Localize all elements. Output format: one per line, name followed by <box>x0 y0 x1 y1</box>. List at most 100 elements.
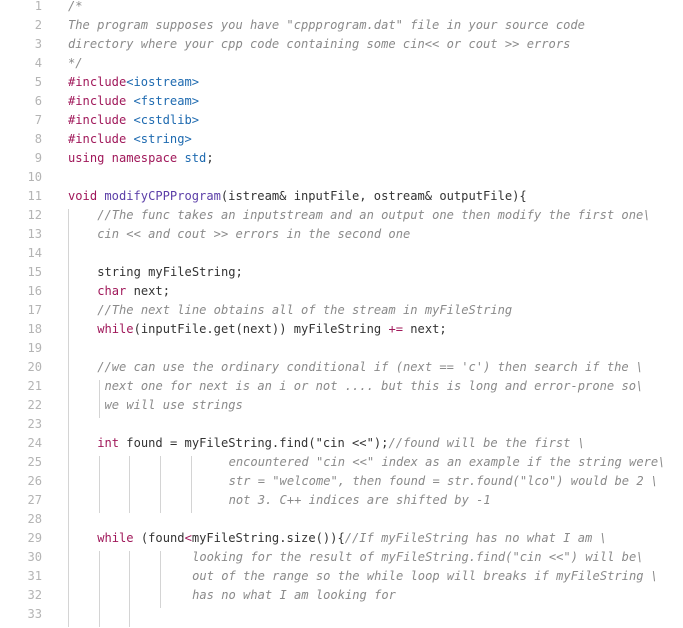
code-line[interactable]: 11 void modifyCPPProgram(istream& inputFi… <box>0 187 683 206</box>
line-number: 17 <box>27 303 42 317</box>
code-token: myFileString.size()){ <box>191 531 345 545</box>
indent-guide <box>129 456 130 513</box>
code-line[interactable]: 22 we will use strings <box>0 396 683 415</box>
code-text: /* <box>68 0 83 16</box>
code-token: out of the range so the while loop will … <box>192 569 659 583</box>
line-number: 5 <box>34 75 42 89</box>
line-number: 8 <box>34 132 42 146</box>
code-text: directory where your cpp code containing… <box>68 35 570 54</box>
code-text: we will use strings <box>105 396 243 415</box>
code-text: The program supposes you have "cppprogra… <box>68 16 585 35</box>
code-line[interactable]: 16 char next; <box>0 282 683 301</box>
code-line[interactable]: 24 int found = myFileString.find("cin <<"… <box>0 434 683 453</box>
code-line[interactable]: 20 //we can use the ordinary conditional … <box>0 358 683 377</box>
line-number: 16 <box>27 284 42 298</box>
line-number: 23 <box>27 417 42 431</box>
code-token: < <box>184 531 192 545</box>
code-line[interactable]: 13 cin << and cout >> errors in the secon… <box>0 225 683 244</box>
code-line[interactable]: 5 #include<iostream> <box>0 73 683 92</box>
code-text: */ <box>68 54 83 73</box>
code-token: next; <box>126 284 170 298</box>
code-text: //we can use the ordinary conditional if… <box>97 358 643 377</box>
code-token: <cstdlib> <box>126 113 200 127</box>
code-line[interactable]: 26 str = "welcome", then found = str.foun… <box>0 472 683 491</box>
line-number: 11 <box>27 189 42 203</box>
code-token: string myFileString; <box>97 265 243 279</box>
code-line[interactable]: 8 #include <string> <box>0 130 683 149</box>
code-text: #include <fstream> <box>68 92 199 111</box>
code-line[interactable]: 25 encountered "cin <<" index as an examp… <box>0 453 683 472</box>
code-text: while (found<myFileString.size()){//If m… <box>97 529 607 548</box>
line-number: 22 <box>27 398 42 412</box>
code-line[interactable]: 33 <box>0 605 683 624</box>
code-token: we will use strings <box>104 398 243 412</box>
line-number: 32 <box>27 588 42 602</box>
code-token: modifyCPPProgram <box>104 189 221 203</box>
code-line[interactable]: 12 //The func takes an inputstream and an… <box>0 206 683 225</box>
indent-guide <box>99 456 100 513</box>
code-line[interactable]: 32 has no what I am looking for <box>0 586 683 605</box>
line-number: 15 <box>27 265 42 279</box>
code-token: #include <box>68 94 127 108</box>
code-token: (found <box>133 531 185 545</box>
code-text: while(inputFile.get(next)) myFileString … <box>97 320 447 339</box>
code-token: //The next line obtains all of the strea… <box>97 303 513 317</box>
code-line[interactable]: 1 /* <box>0 0 683 16</box>
code-token: while <box>97 322 134 336</box>
code-text: //The func takes an inputstream and an o… <box>97 206 650 225</box>
code-text: #include <string> <box>68 130 192 149</box>
code-line[interactable]: 9 using namespace std; <box>0 149 683 168</box>
code-line[interactable]: 7 #include <cstdlib> <box>0 111 683 130</box>
code-line[interactable]: 18 while(inputFile.get(next)) myFileStrin… <box>0 320 683 339</box>
code-text: looking for the result of myFileString.f… <box>192 548 643 567</box>
line-number: 33 <box>27 607 42 621</box>
line-number: 12 <box>27 208 42 222</box>
code-token: <string> <box>126 132 192 146</box>
line-number: 24 <box>27 436 42 450</box>
line-number: 3 <box>34 37 42 51</box>
code-token: not 3. C++ indices are shifted by -1 <box>228 493 491 507</box>
code-text: next one for next is an i or not .... bu… <box>105 377 644 396</box>
code-text: //The next line obtains all of the strea… <box>97 301 512 320</box>
code-line[interactable]: 10 <box>0 168 683 187</box>
code-line[interactable]: 17 //The next line obtains all of the str… <box>0 301 683 320</box>
code-token: while <box>97 531 134 545</box>
code-line[interactable]: 4 */ <box>0 54 683 73</box>
code-line[interactable]: 3 directory where your cpp code containin… <box>0 35 683 54</box>
code-editor[interactable]: 1 /* 2 The program supposes you have "cpppr… <box>0 0 683 628</box>
code-token: ; <box>206 151 214 165</box>
code-line[interactable]: 31 out of the range so the while loop wil… <box>0 567 683 586</box>
code-text: out of the range so the while loop will … <box>192 567 658 586</box>
line-number: 7 <box>34 113 42 127</box>
line-number: 27 <box>27 493 42 507</box>
code-line[interactable]: 23 <box>0 415 683 434</box>
indent-guide <box>160 551 161 608</box>
line-number: 30 <box>27 550 42 564</box>
code-line[interactable]: 21 next one for next is an i or not .... … <box>0 377 683 396</box>
code-token: <fstream> <box>126 94 200 108</box>
line-number: 26 <box>27 474 42 488</box>
line-number: 2 <box>34 18 42 32</box>
line-number: 13 <box>27 227 42 241</box>
code-line[interactable]: 19 <box>0 339 683 358</box>
line-number: 4 <box>34 56 42 70</box>
code-line[interactable]: 29 while (found<myFileString.size()){//If… <box>0 529 683 548</box>
code-line[interactable]: 15 string myFileString; <box>0 263 683 282</box>
code-line[interactable]: 30 looking for the result of myFileString… <box>0 548 683 567</box>
indent-guide <box>68 209 69 627</box>
code-line[interactable]: 14 <box>0 244 683 263</box>
code-line[interactable]: 6 #include <fstream> <box>0 92 683 111</box>
code-text: #include <cstdlib> <box>68 111 199 130</box>
code-token: str = "welcome", then found = str.found(… <box>228 474 659 488</box>
code-line[interactable]: 28 <box>0 510 683 529</box>
line-number: 19 <box>27 341 42 355</box>
code-token: char <box>97 284 127 298</box>
code-token: looking for the result of myFileString.f… <box>192 550 644 564</box>
code-token: #include <box>68 132 127 146</box>
code-text: void modifyCPPProgram(istream& inputFile… <box>68 187 527 206</box>
code-token: cin << and cout >> errors in the second … <box>97 227 411 241</box>
code-line[interactable]: 2 The program supposes you have "cppprogr… <box>0 16 683 35</box>
code-text: has no what I am looking for <box>192 586 396 605</box>
code-line[interactable]: 27 not 3. C++ indices are shifted by -1 <box>0 491 683 510</box>
